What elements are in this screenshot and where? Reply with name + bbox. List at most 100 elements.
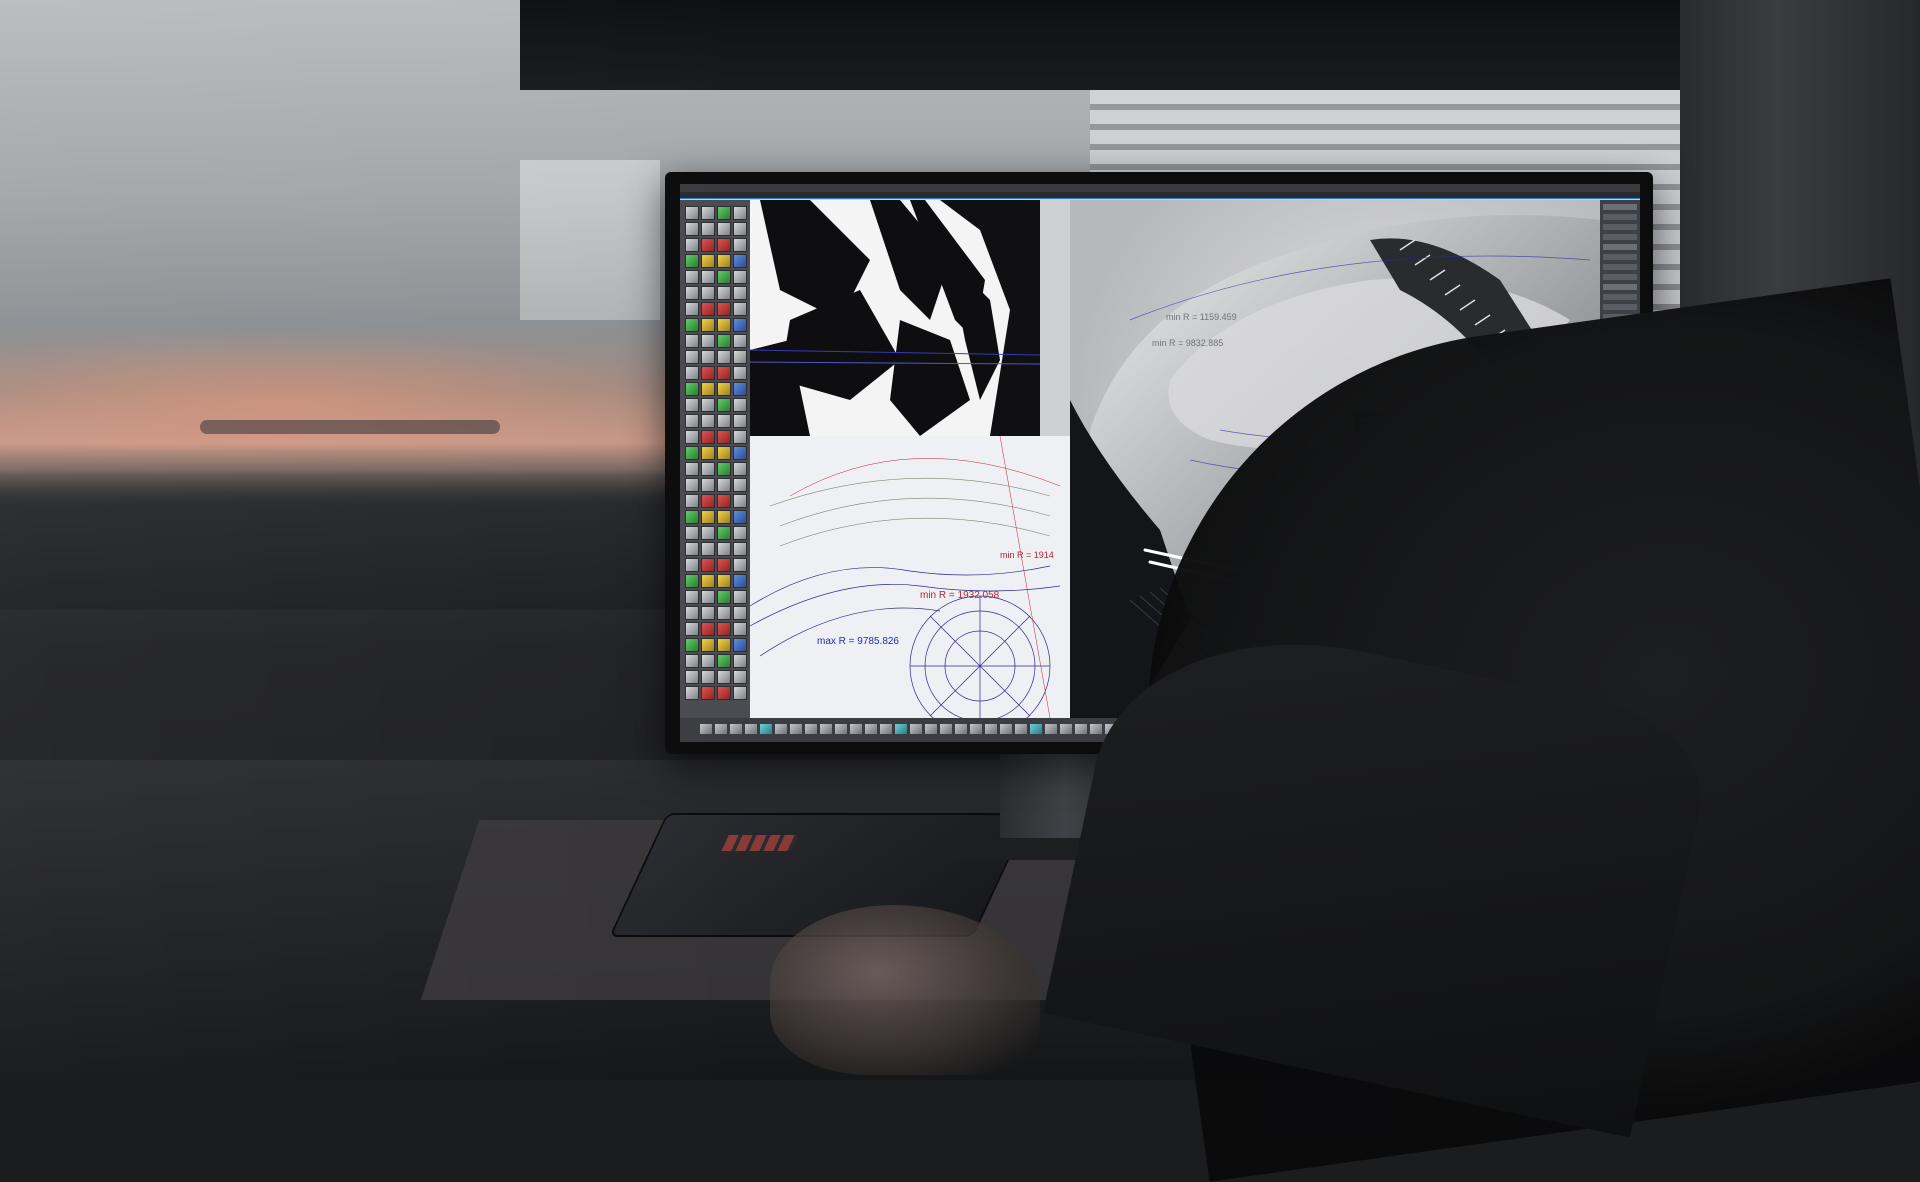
tool-icon (701, 622, 715, 636)
tool-icon (685, 462, 699, 476)
tool-icon (701, 270, 715, 284)
tool-icon (733, 574, 747, 588)
tool-icon (685, 318, 699, 332)
tool-icon (701, 318, 715, 332)
tool-icon (685, 430, 699, 444)
tool-icon (717, 606, 731, 620)
min-radius-label-b: min R = 1914 (1000, 550, 1054, 560)
tool-icon (685, 590, 699, 604)
tool-icon (733, 638, 747, 652)
tool-icon (685, 366, 699, 380)
tool-icon (717, 686, 731, 700)
tool-icon (717, 526, 731, 540)
tool-icon (685, 526, 699, 540)
tool-icon (717, 286, 731, 300)
tool-icon (717, 206, 731, 220)
tool-icon (733, 270, 747, 284)
shelf-icon (1075, 724, 1087, 734)
menu-bar (680, 184, 1640, 192)
tool-icon (733, 206, 747, 220)
shelf-icon (985, 724, 997, 734)
tool-icon (717, 270, 731, 284)
tool-icon (685, 238, 699, 252)
min-radius-label-c: min R = 9832.885 (1152, 338, 1224, 348)
zebra-render (750, 200, 1040, 436)
tool-icon (733, 606, 747, 620)
tool-icon (717, 254, 731, 268)
tool-icon (717, 494, 731, 508)
tool-icon (733, 286, 747, 300)
accent-line (680, 198, 1640, 199)
tool-icon (733, 430, 747, 444)
shelf-icon (895, 724, 907, 734)
shelf-icon (880, 724, 892, 734)
tool-icon (733, 542, 747, 556)
tool-icon (717, 382, 731, 396)
coordinate-readout-a: 1385.302 (1012, 214, 1040, 226)
tool-icon (733, 686, 747, 700)
tool-icon (733, 302, 747, 316)
tool-icon (685, 254, 699, 268)
min-radius-label-a: min R = 1932.058 (920, 590, 1000, 601)
tool-icon (685, 654, 699, 668)
tool-icon (717, 622, 731, 636)
tool-icon (701, 302, 715, 316)
tool-icon (701, 558, 715, 572)
tool-icon (701, 398, 715, 412)
tool-icon (733, 238, 747, 252)
tool-icon (685, 446, 699, 460)
tool-icon (717, 414, 731, 428)
shelf-icon (940, 724, 952, 734)
tool-icon (717, 222, 731, 236)
tool-icon (717, 558, 731, 572)
tool-icon (717, 542, 731, 556)
tool-icon (701, 222, 715, 236)
tool-icon (733, 222, 747, 236)
tool-icon (701, 446, 715, 460)
tool-icon (717, 366, 731, 380)
shelf-icon (1030, 724, 1042, 734)
shelf-icon (1015, 724, 1027, 734)
tool-icon (701, 462, 715, 476)
shelf-icon (790, 724, 802, 734)
tool-icon (701, 494, 715, 508)
tool-icon (701, 286, 715, 300)
shelf-icon (910, 724, 922, 734)
tool-icon (685, 398, 699, 412)
tool-icon (701, 654, 715, 668)
tool-icon (685, 494, 699, 508)
tool-icon (733, 590, 747, 604)
tool-icon (685, 414, 699, 428)
tool-icon (701, 334, 715, 348)
tool-icon (685, 286, 699, 300)
tool-icon (717, 654, 731, 668)
tool-icon (685, 542, 699, 556)
tablet-keys (721, 835, 799, 851)
tool-icon (717, 446, 731, 460)
tool-icon (701, 206, 715, 220)
shelf-icon (1045, 724, 1057, 734)
tool-icon (701, 526, 715, 540)
shelf-icon (955, 724, 967, 734)
tool-icon (701, 606, 715, 620)
tool-icon (733, 414, 747, 428)
tool-icon (685, 574, 699, 588)
tool-icon (685, 686, 699, 700)
tool-palette (680, 200, 750, 718)
tool-icon (701, 510, 715, 524)
max-radius-label: max R = 9785.826 (817, 636, 899, 647)
tool-icon (685, 334, 699, 348)
shelf-icon (850, 724, 862, 734)
tool-icon (701, 478, 715, 492)
tool-icon (733, 622, 747, 636)
tool-icon (717, 670, 731, 684)
coordinate-readout-b: 2444.101 (1006, 227, 1040, 239)
tool-icon (717, 510, 731, 524)
zebra-viewport: 1385.302 2444.101 (750, 200, 1040, 436)
tool-icon (701, 638, 715, 652)
tool-icon (717, 398, 731, 412)
shelf-icon (715, 724, 727, 734)
tool-icon (685, 510, 699, 524)
tool-icon (717, 334, 731, 348)
tool-icon (733, 318, 747, 332)
